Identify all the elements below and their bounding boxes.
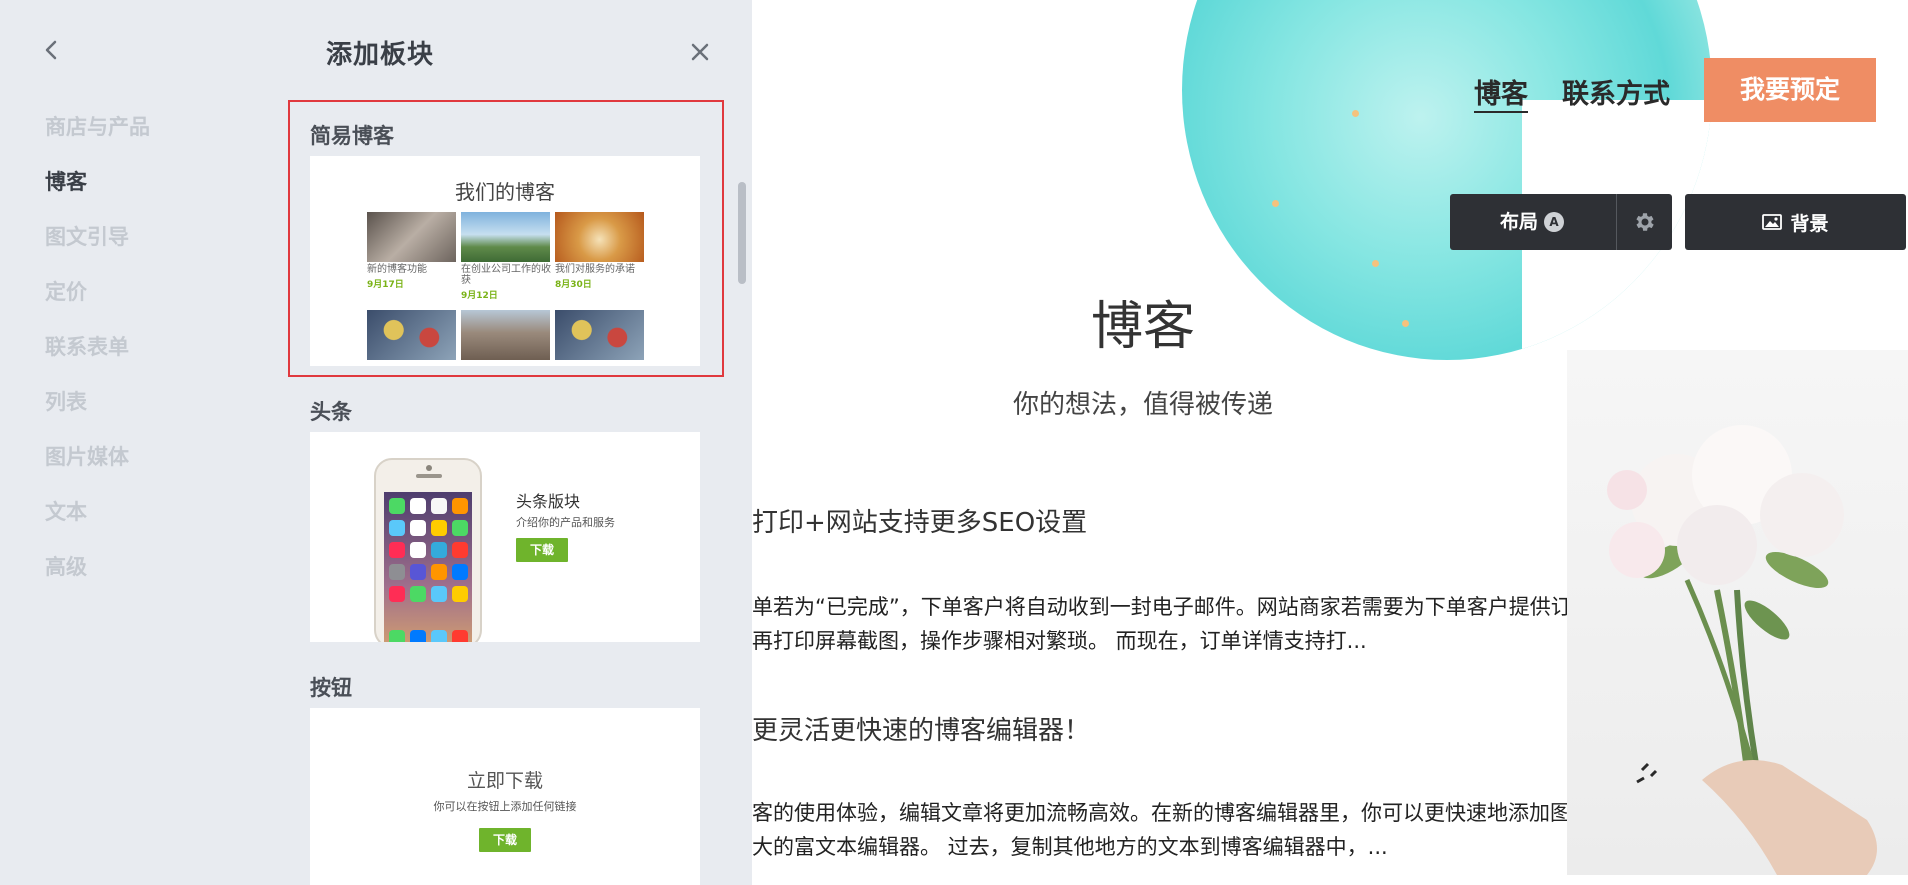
app-icon [410, 630, 426, 642]
speck-dot [1652, 120, 1659, 127]
flower-bouquet-photo [1567, 350, 1908, 875]
panel-scrollbar[interactable] [738, 182, 746, 284]
blog-thumb-3 [555, 212, 644, 262]
add-block-panel: 添加板块 商店与产品 博客 图文引导 定价 联系表单 列表 图片媒体 文本 高级… [0, 0, 752, 885]
gear-icon [1635, 213, 1654, 231]
post-title-2[interactable]: 更灵活更快速的博客编辑器！ [752, 710, 1090, 747]
button-download-button: 下载 [479, 828, 531, 852]
category-item-media[interactable]: 图片媒体 [45, 442, 150, 497]
phone-illustration [374, 458, 482, 642]
app-icon [431, 586, 447, 602]
layout-button[interactable]: 布局 A [1450, 194, 1620, 250]
block-card-simple-blog[interactable]: 我们的博客 新的博客功能 9月17日 在创业公司工作的收获 9月12日 我们对服… [310, 156, 700, 366]
app-icon [410, 586, 426, 602]
blog-thumb-6 [555, 310, 644, 360]
app-icon [410, 564, 426, 580]
app-icon [389, 520, 405, 536]
headline-preview-subtitle: 介绍你的产品和服务 [516, 516, 615, 529]
blog-thumb-4 [367, 310, 456, 360]
category-item-list[interactable]: 列表 [45, 387, 150, 442]
blog-subtitle: 你的想法，值得被传递 [1012, 390, 1273, 420]
layout-button-label: 布局 [1500, 211, 1539, 233]
app-icon [389, 564, 405, 580]
category-item-shop[interactable]: 商店与产品 [45, 112, 150, 167]
app-icon [389, 542, 405, 558]
blog-thumb-1 [367, 212, 456, 262]
blog-thumb-2 [461, 212, 550, 262]
section-label-headline: 头条 [310, 400, 352, 424]
category-item-image-guide[interactable]: 图文引导 [45, 222, 150, 277]
nav-link-contact[interactable]: 联系方式 [1562, 72, 1670, 111]
block-card-headline[interactable]: 头条版块 介绍你的产品和服务 下载 [310, 432, 700, 642]
app-icon [389, 630, 405, 642]
post-title-1[interactable]: 打印+网站支持更多SEO设置 [752, 502, 1087, 539]
speck-dot [1372, 260, 1379, 267]
blog-post-caption-1: 新的博客功能 [367, 264, 427, 275]
category-item-contact-form[interactable]: 联系表单 [45, 332, 150, 387]
layout-badge: A [1544, 212, 1565, 232]
category-list: 商店与产品 博客 图文引导 定价 联系表单 列表 图片媒体 文本 高级 [45, 112, 150, 607]
app-icon [410, 542, 426, 558]
category-item-pricing[interactable]: 定价 [45, 277, 150, 332]
app-icon [410, 520, 426, 536]
button-preview-subtitle: 你可以在按钮上添加任何链接 [433, 800, 577, 813]
app-icon [452, 586, 468, 602]
block-gallery: 简易博客 我们的博客 新的博客功能 9月17日 在创业公司工作的收获 9月12日… [288, 100, 732, 885]
app-icon [452, 630, 468, 642]
section-label-button: 按钮 [310, 676, 352, 700]
blog-post-date-1: 9月17日 [367, 280, 404, 290]
app-icon [389, 586, 405, 602]
app-icon [452, 498, 468, 514]
phone-screen [384, 492, 472, 642]
background-button[interactable]: 背景 [1685, 194, 1906, 250]
blog-post-date-3: 8月30日 [555, 280, 592, 290]
blog-post-date-2: 9月12日 [461, 291, 498, 301]
panel-title: 添加板块 [326, 40, 435, 70]
post-excerpt-2-line-2: 大的富文本编辑器。 过去，复制其他地方的文本到博客编辑器中，... [752, 835, 1388, 859]
button-preview-title: 立即下载 [466, 770, 543, 792]
phone-speaker [416, 474, 442, 478]
background-button-label: 背景 [1790, 212, 1829, 235]
back-arrow-icon[interactable] [38, 36, 66, 64]
app-icon [431, 564, 447, 580]
speck-dot [1352, 110, 1359, 117]
image-icon [1762, 214, 1783, 230]
category-item-blog[interactable]: 博客 [45, 167, 150, 222]
settings-gear-button[interactable] [1616, 194, 1672, 250]
app-icon [410, 498, 426, 514]
book-now-button[interactable]: 我要预定 [1704, 58, 1876, 122]
section-label-simple-blog: 简易博客 [310, 124, 394, 148]
blog-thumb-5 [461, 310, 550, 360]
blog-heading: 博客 [1090, 297, 1195, 357]
nav-link-blog[interactable]: 博客 [1474, 72, 1528, 113]
close-icon[interactable] [686, 38, 714, 66]
speck-dot [1272, 200, 1279, 207]
app-icon [431, 520, 447, 536]
app-icon [389, 498, 405, 514]
headline-download-button: 下载 [516, 538, 568, 562]
app-icon [431, 630, 447, 642]
blog-post-caption-3: 我们对服务的承诺 [555, 264, 635, 275]
app-icon [431, 498, 447, 514]
category-item-advanced[interactable]: 高级 [45, 552, 150, 607]
phone-camera [426, 465, 432, 471]
simple-blog-preview-title: 我们的博客 [455, 180, 555, 204]
app-icon [452, 542, 468, 558]
category-item-text[interactable]: 文本 [45, 497, 150, 552]
headline-preview-title: 头条版块 [516, 492, 581, 511]
site-preview: 博客 联系方式 我要预定 布局 A 背景 博客 你的想法，值得被传递 打印+网站支… [752, 0, 1908, 885]
app-icon [452, 520, 468, 536]
block-card-button[interactable]: 立即下载 你可以在按钮上添加任何链接 下载 [310, 708, 700, 885]
blog-post-caption-2: 在创业公司工作的收获 [461, 264, 551, 286]
bouquet-illustration [1607, 425, 1877, 875]
post-excerpt-1-line-2: 再打印屏幕截图，操作步骤相对繁琐。 而现在，订单详情支持打... [752, 629, 1367, 653]
app-icon [452, 564, 468, 580]
app-icon [431, 542, 447, 558]
